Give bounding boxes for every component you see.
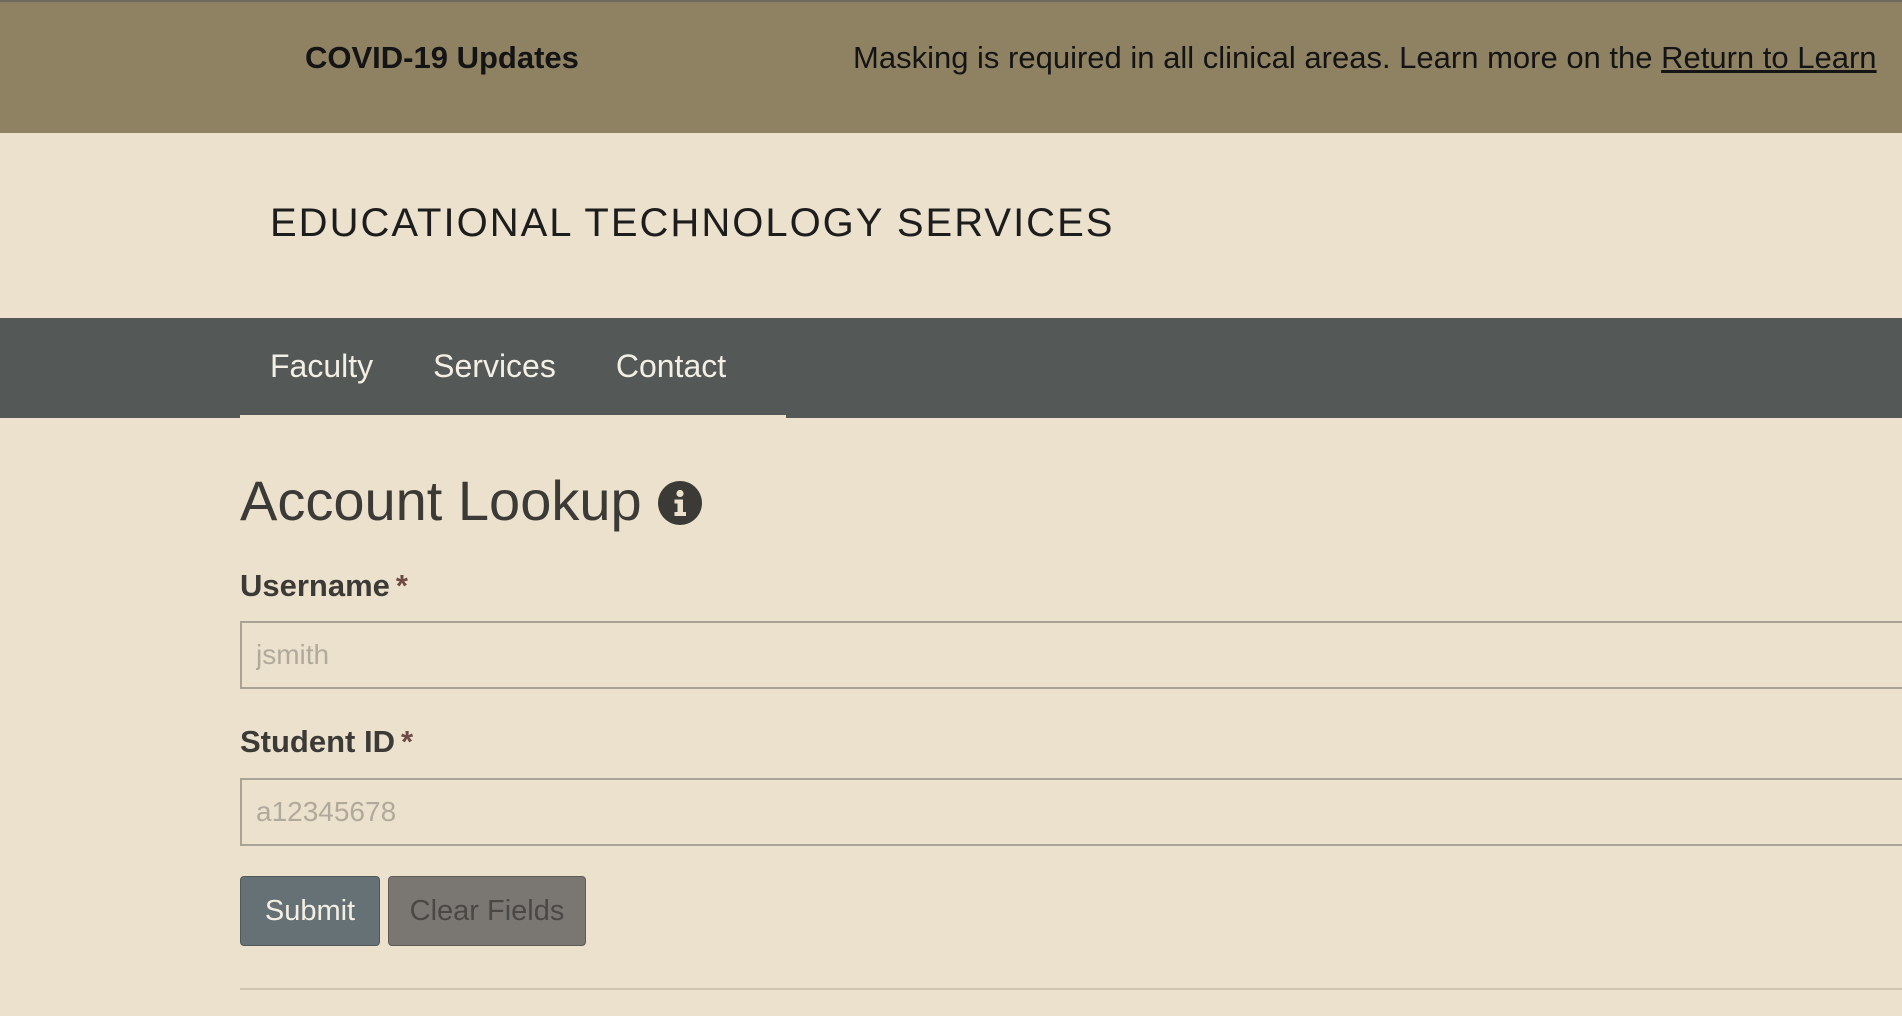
submit-button[interactable]: Submit bbox=[240, 876, 380, 946]
page-title: Account Lookup bbox=[240, 468, 702, 533]
student-id-label-text: Student ID bbox=[240, 724, 395, 759]
username-label-text: Username bbox=[240, 568, 390, 603]
nav-item-contact[interactable]: Contact bbox=[586, 348, 756, 385]
main-nav: Faculty Services Contact bbox=[0, 318, 1902, 418]
return-to-learn-link[interactable]: Return to Learn bbox=[1661, 40, 1876, 75]
alert-message: Masking is required in all clinical area… bbox=[853, 40, 1877, 76]
username-input[interactable] bbox=[240, 621, 1902, 689]
student-id-required-mark: * bbox=[401, 724, 414, 759]
student-id-input[interactable] bbox=[240, 778, 1902, 846]
page-title-text: Account Lookup bbox=[240, 469, 642, 532]
nav-item-services[interactable]: Services bbox=[403, 348, 586, 385]
username-label: Username * bbox=[240, 568, 408, 604]
alert-message-text: Masking is required in all clinical area… bbox=[853, 40, 1662, 75]
username-required-mark: * bbox=[395, 568, 408, 603]
nav-list: Faculty Services Contact bbox=[240, 318, 787, 418]
alert-title: COVID-19 Updates bbox=[305, 40, 579, 75]
site-header: EDUCATIONAL TECHNOLOGY SERVICES bbox=[0, 133, 1902, 318]
alert-banner: COVID-19 Updates Masking is required in … bbox=[0, 2, 1902, 133]
student-id-label: Student ID * bbox=[240, 724, 413, 760]
site-title[interactable]: EDUCATIONAL TECHNOLOGY SERVICES bbox=[270, 201, 1114, 246]
clear-fields-button[interactable]: Clear Fields bbox=[388, 876, 586, 946]
divider bbox=[240, 988, 1902, 990]
nav-item-faculty[interactable]: Faculty bbox=[240, 348, 403, 385]
info-icon[interactable] bbox=[657, 480, 702, 525]
